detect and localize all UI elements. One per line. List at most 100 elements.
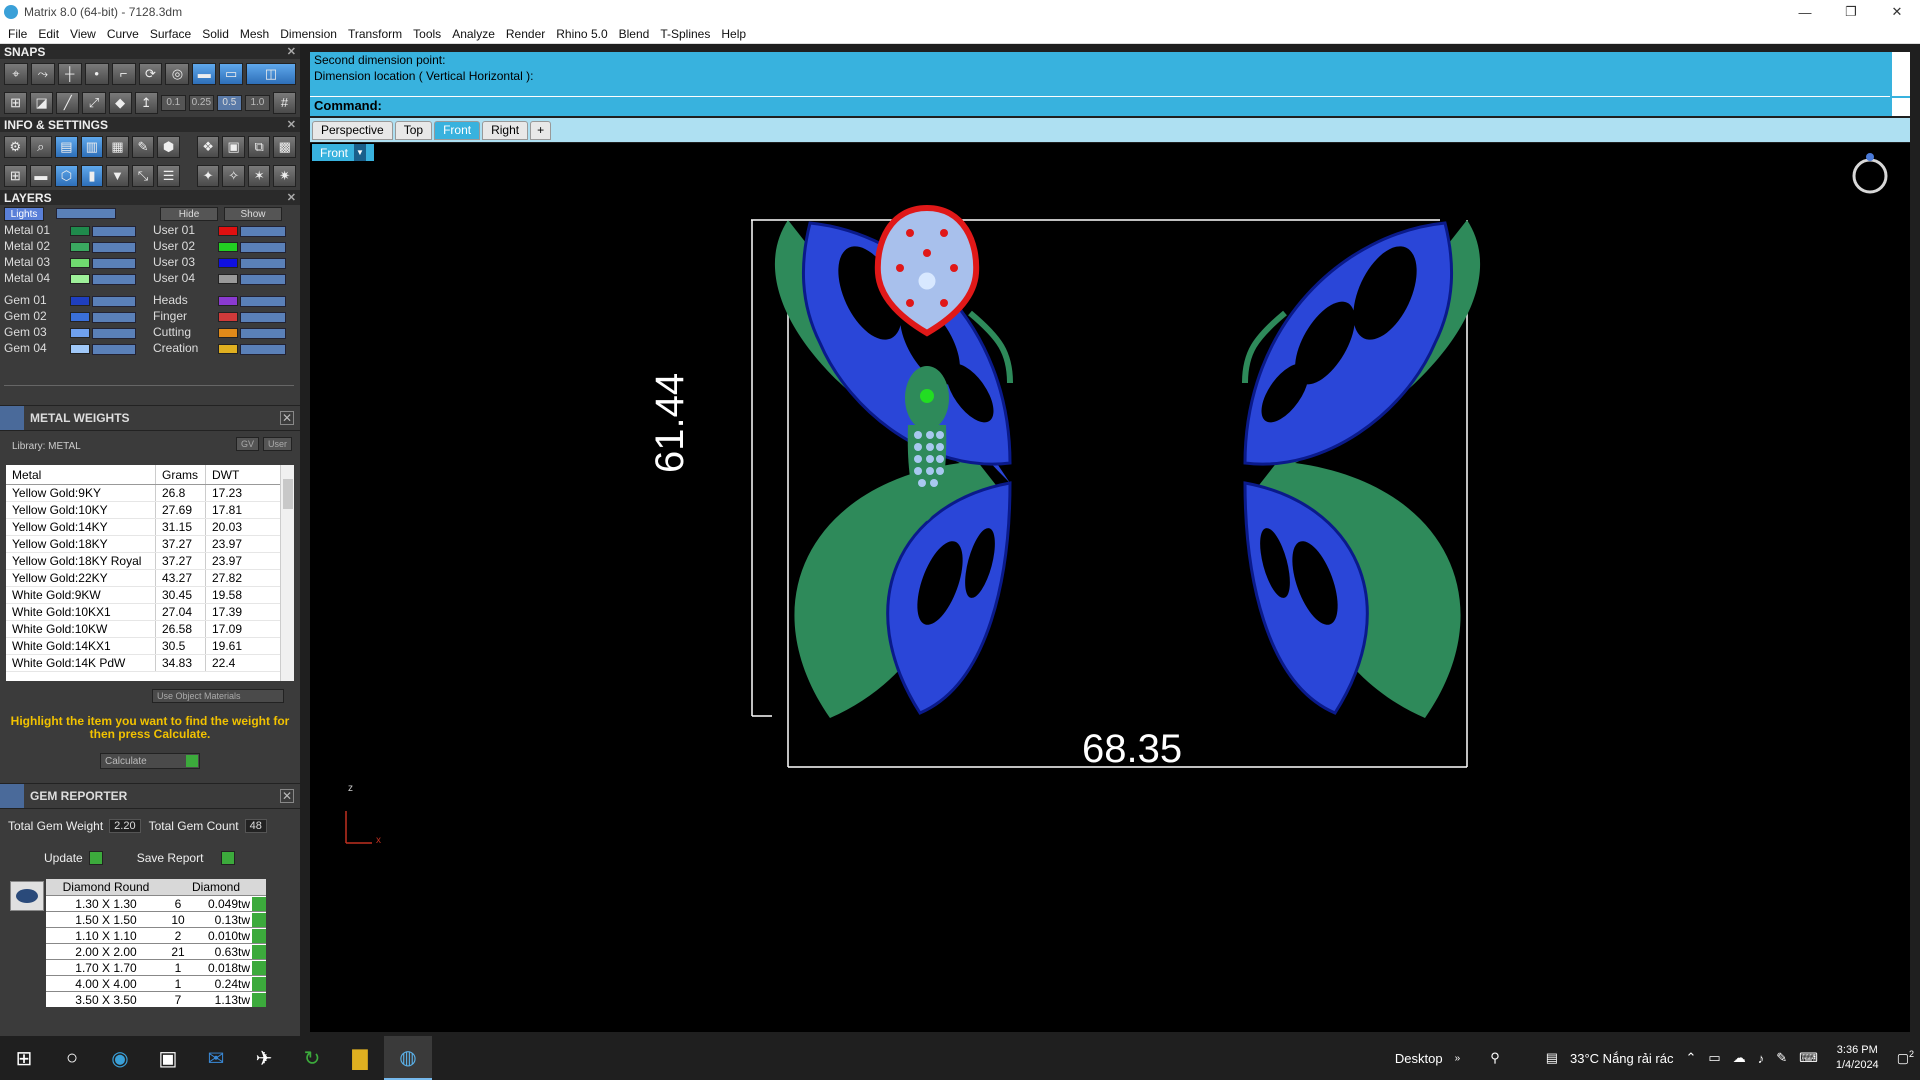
layer-buttons[interactable]: [240, 242, 286, 253]
file-explorer-icon[interactable]: ▇: [336, 1036, 384, 1080]
chevron-icon[interactable]: ⌃: [1685, 1050, 1696, 1066]
tool-c-icon[interactable]: ✶: [247, 164, 271, 187]
layer-label[interactable]: Gem 04: [4, 341, 47, 355]
lights-toggle[interactable]: Lights: [4, 207, 44, 221]
play-icon[interactable]: [252, 992, 266, 1007]
tool-d-icon[interactable]: ✷: [273, 164, 297, 187]
cube-icon[interactable]: ⬡: [55, 164, 78, 187]
windows-start-icon[interactable]: ⊞: [0, 1036, 48, 1080]
zoom-icon[interactable]: ⌕: [29, 135, 53, 158]
play-icon[interactable]: [252, 976, 266, 991]
layer-buttons[interactable]: [92, 242, 136, 253]
desktop-label[interactable]: Desktop: [1395, 1051, 1443, 1066]
lights-buttons[interactable]: [56, 208, 116, 219]
mail-icon[interactable]: ✉: [192, 1036, 240, 1080]
play-icon[interactable]: [252, 928, 266, 943]
list-icon[interactable]: ☰: [157, 164, 180, 187]
snap-arrow-icon[interactable]: ↥: [134, 91, 158, 114]
hide-button[interactable]: Hide: [160, 207, 218, 221]
metal-row[interactable]: Yellow Gold:9KY 26.8 17.23: [6, 485, 294, 502]
library-icon[interactable]: ▥: [80, 135, 104, 158]
close-icon[interactable]: ✕: [287, 191, 296, 204]
menu-blend[interactable]: Blend: [615, 27, 657, 41]
layer-label[interactable]: User 02: [153, 239, 195, 253]
command-spinner[interactable]: [1892, 98, 1910, 116]
layer-color-swatch[interactable]: [218, 226, 238, 236]
gem-row[interactable]: 4.00 X 4.00 1 0.24tw: [46, 975, 266, 991]
menu-view[interactable]: View: [66, 27, 103, 41]
snap-plane-icon[interactable]: ◪: [30, 91, 54, 114]
snap-toggle-icon[interactable]: ◫: [246, 62, 296, 85]
snap-line-icon[interactable]: ╱: [56, 91, 80, 114]
layer-label[interactable]: Metal 02: [4, 239, 50, 253]
menu-surface[interactable]: Surface: [146, 27, 198, 41]
layer-buttons[interactable]: [92, 344, 136, 355]
weather-icon[interactable]: ▤: [1546, 1050, 1558, 1066]
gem-row[interactable]: 1.50 X 1.50 10 0.13tw: [46, 911, 266, 927]
show-button[interactable]: Show: [224, 207, 282, 221]
gem-row[interactable]: 1.70 X 1.70 1 0.018tw: [46, 959, 266, 975]
snap-mid-icon[interactable]: ▬: [192, 62, 217, 85]
tool-a-icon[interactable]: ✦: [196, 164, 220, 187]
menu-mesh[interactable]: Mesh: [236, 27, 276, 41]
layer-label[interactable]: User 03: [153, 255, 195, 269]
layer-color-swatch[interactable]: [218, 258, 238, 268]
gem-row[interactable]: 1.10 X 1.10 2 0.010tw: [46, 927, 266, 943]
layer-color-swatch[interactable]: [218, 312, 238, 322]
menu-render[interactable]: Render: [502, 27, 552, 41]
layer-label[interactable]: Creation: [153, 341, 198, 355]
layout-icon[interactable]: ▣: [222, 135, 245, 158]
photo-icon[interactable]: ▩: [273, 135, 297, 158]
play-icon[interactable]: [252, 960, 266, 975]
maximize-button[interactable]: ❐: [1828, 0, 1874, 24]
layer-buttons[interactable]: [240, 226, 286, 237]
layer-label[interactable]: Cutting: [153, 325, 191, 339]
calculate-button[interactable]: Calculate: [100, 753, 200, 769]
col-grams[interactable]: Grams: [156, 465, 206, 484]
layer-label[interactable]: Metal 04: [4, 271, 50, 285]
snap-value-2[interactable]: 0.5: [216, 94, 242, 111]
tab-right[interactable]: Right: [482, 120, 529, 140]
settings-icon[interactable]: ⚙: [4, 135, 27, 158]
layer-color-swatch[interactable]: [70, 296, 90, 306]
grid-view-icon[interactable]: ⊞: [4, 164, 27, 187]
layer-label[interactable]: Gem 03: [4, 325, 47, 339]
gem-icon[interactable]: ⬢: [157, 135, 180, 158]
gem-row[interactable]: 1.30 X 1.30 6 0.049tw: [46, 895, 266, 911]
monitor-icon[interactable]: ▬: [29, 164, 53, 187]
menu-help[interactable]: Help: [717, 27, 753, 41]
matrix-app-icon[interactable]: ◍: [384, 1036, 432, 1080]
save-report-button[interactable]: Save Report: [137, 851, 236, 865]
menu-tsplines[interactable]: T-Splines: [656, 27, 717, 41]
layer-color-swatch[interactable]: [70, 328, 90, 338]
menu-tools[interactable]: Tools: [409, 27, 448, 41]
close-icon[interactable]: ✕: [287, 45, 296, 58]
rhino-icon[interactable]: ✈: [240, 1036, 288, 1080]
tool-b-icon[interactable]: ✧: [222, 164, 245, 187]
snap-end-icon[interactable]: ▭: [219, 62, 244, 85]
metal-row[interactable]: Yellow Gold:14KY 31.15 20.03: [6, 519, 294, 536]
metal-row[interactable]: White Gold:10KX1 27.04 17.39: [6, 604, 294, 621]
menu-rhino[interactable]: Rhino 5.0: [552, 27, 614, 41]
search-icon[interactable]: ○: [48, 1036, 96, 1080]
select-icon[interactable]: ⤡: [131, 164, 155, 187]
play-icon[interactable]: [252, 896, 266, 911]
use-object-materials[interactable]: Use Object Materials: [152, 689, 284, 703]
snap-value-3[interactable]: 1.0: [244, 94, 270, 111]
edge-icon[interactable]: ◉: [96, 1036, 144, 1080]
refresh-app-icon[interactable]: ↻: [288, 1036, 336, 1080]
store-icon[interactable]: ▣: [144, 1036, 192, 1080]
metal-row[interactable]: White Gold:14K PdW 34.83 22.4: [6, 655, 294, 672]
layer-buttons[interactable]: [240, 258, 286, 269]
snap-cross-icon[interactable]: ┼: [57, 62, 82, 85]
snap-grid-icon[interactable]: ⌖: [4, 62, 28, 85]
layer-buttons[interactable]: [92, 328, 136, 339]
play-icon[interactable]: [252, 912, 266, 927]
layer-color-swatch[interactable]: [70, 312, 90, 322]
snap-circle-icon[interactable]: ◎: [165, 62, 190, 85]
layer-label[interactable]: Heads: [153, 293, 188, 307]
snap-tangent-icon[interactable]: ⤢: [82, 91, 106, 114]
layer-label[interactable]: User 01: [153, 223, 195, 237]
filter-icon[interactable]: ▼: [106, 164, 129, 187]
layer-buttons[interactable]: [92, 226, 136, 237]
